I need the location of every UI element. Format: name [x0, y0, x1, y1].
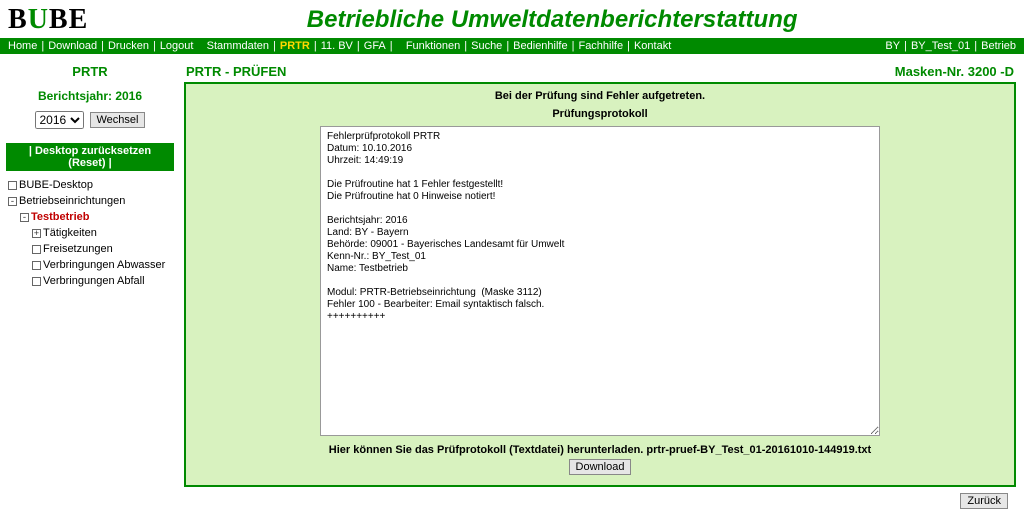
- app-header: BUBE Betriebliche Umweltdatenberichterst…: [0, 0, 1024, 38]
- tree-betriebseinrichtungen[interactable]: Betriebseinrichtungen: [19, 193, 125, 209]
- logo: BUBE: [8, 4, 88, 36]
- tree-box-icon[interactable]: [32, 245, 41, 254]
- tree-verbringungen-abwasser[interactable]: Verbringungen Abwasser: [43, 257, 165, 273]
- error-heading: Bei der Prüfung sind Fehler aufgetreten.: [194, 90, 1006, 102]
- download-hint: Hier können Sie das Prüfprotokoll (Textd…: [194, 444, 1006, 456]
- download-filename: prtr-pruef-BY_Test_01-20161010-144919.tx…: [646, 444, 871, 456]
- back-button[interactable]: Zurück: [960, 493, 1008, 509]
- nav-user[interactable]: BY_Test_01: [909, 40, 972, 52]
- year-select[interactable]: 2016: [35, 111, 84, 129]
- tree-collapse-icon[interactable]: -: [8, 197, 17, 206]
- nav-tree: BUBE-Desktop -Betriebseinrichtungen -Tes…: [6, 177, 174, 289]
- download-button[interactable]: Download: [569, 459, 632, 475]
- desktop-reset[interactable]: | Desktop zurücksetzen (Reset) |: [6, 143, 174, 171]
- wechsel-button[interactable]: Wechsel: [90, 112, 146, 128]
- nav-stammdaten[interactable]: Stammdaten: [205, 40, 271, 52]
- tree-taetigkeiten[interactable]: Tätigkeiten: [43, 225, 97, 241]
- tree-expand-icon[interactable]: +: [32, 229, 41, 238]
- nav-fachhilfe[interactable]: Fachhilfe: [576, 40, 625, 52]
- protocol-textarea[interactable]: [320, 126, 880, 436]
- nav-bedienhilfe[interactable]: Bedienhilfe: [511, 40, 569, 52]
- tree-testbetrieb[interactable]: Testbetrieb: [31, 209, 89, 225]
- nav-prtr[interactable]: PRTR: [278, 40, 312, 52]
- mask-number: Masken-Nr. 3200 -D: [895, 64, 1014, 79]
- tree-bube-desktop[interactable]: BUBE-Desktop: [19, 177, 93, 193]
- tree-box-icon[interactable]: [32, 261, 41, 270]
- protocol-heading: Prüfungsprotokoll: [194, 108, 1006, 120]
- nav-gfa[interactable]: GFA: [362, 40, 388, 52]
- tree-box-icon[interactable]: [32, 277, 41, 286]
- nav-kontakt[interactable]: Kontakt: [632, 40, 673, 52]
- tree-verbringungen-abfall[interactable]: Verbringungen Abfall: [43, 273, 145, 289]
- tree-collapse-icon[interactable]: -: [20, 213, 29, 222]
- nav-download[interactable]: Download: [46, 40, 99, 52]
- app-title: Betriebliche Umweltdatenberichterstattun…: [88, 6, 1016, 34]
- nav-drucken[interactable]: Drucken: [106, 40, 151, 52]
- nav-logout[interactable]: Logout: [158, 40, 196, 52]
- report-year-label: Berichtsjahr: 2016: [6, 89, 174, 103]
- sidebar: PRTR Berichtsjahr: 2016 2016 Wechsel | D…: [0, 54, 180, 525]
- nav-funktionen[interactable]: Funktionen: [404, 40, 462, 52]
- nav-land: BY: [883, 40, 902, 52]
- page-title: PRTR - PRÜFEN: [186, 64, 286, 79]
- result-panel: Bei der Prüfung sind Fehler aufgetreten.…: [184, 82, 1016, 487]
- tree-box-icon[interactable]: [8, 181, 17, 190]
- nav-suche[interactable]: Suche: [469, 40, 504, 52]
- tree-freisetzungen[interactable]: Freisetzungen: [43, 241, 113, 257]
- main-nav: Home| Download| Drucken| Logout Stammdat…: [0, 38, 1024, 54]
- nav-11bv[interactable]: 11. BV: [319, 40, 355, 52]
- main-content: PRTR - PRÜFEN Masken-Nr. 3200 -D Bei der…: [180, 54, 1024, 525]
- nav-home[interactable]: Home: [6, 40, 39, 52]
- sidebar-title: PRTR: [6, 64, 174, 79]
- nav-role: Betrieb: [979, 40, 1018, 52]
